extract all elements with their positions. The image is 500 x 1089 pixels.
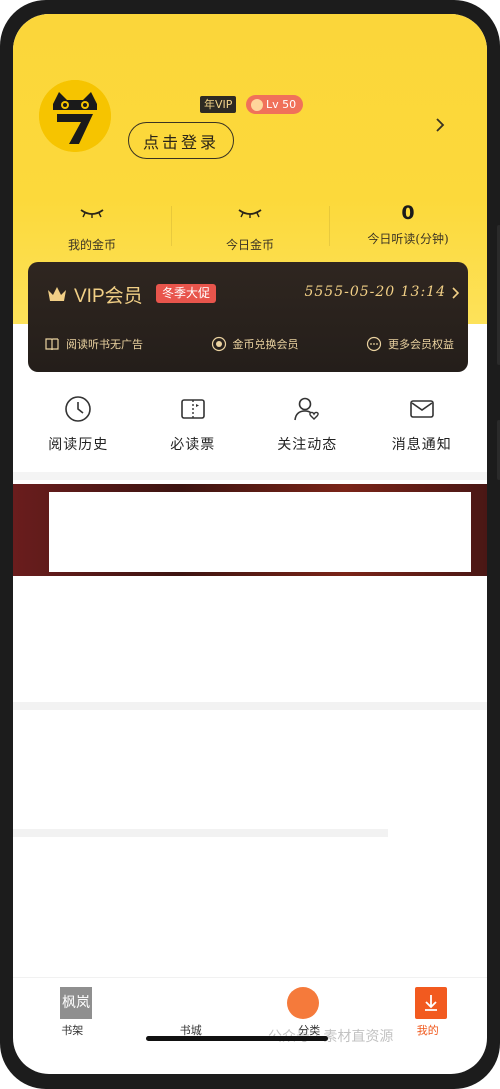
benefit-more[interactable]: 更多会员权益 — [366, 336, 454, 352]
home-indicator[interactable] — [146, 1036, 328, 1041]
stat-value — [13, 208, 171, 230]
stat-my-coins[interactable]: 我的金币 — [13, 202, 171, 252]
vip-benefits: 阅读听书无广告 金币兑换会员 更多会员权益 — [44, 336, 454, 352]
benefit-label: 金币兑换会员 — [232, 338, 299, 351]
phone-frame: 年VIP Lv 50 点击登录 我的金币 今日金币 0 今日听读(分钟) VIP… — [0, 0, 500, 1089]
book-icon — [45, 338, 59, 351]
stat-label: 我的金币 — [67, 238, 116, 252]
bookshelf-thumbnail: 枫岚 — [60, 987, 92, 1019]
hidden-value-icon — [238, 209, 262, 218]
stats-row: 我的金币 今日金币 0 今日听读(分钟) — [13, 202, 487, 252]
more-icon — [366, 336, 382, 352]
coin-icon — [211, 336, 226, 352]
action-follow-updates[interactable]: 关注动态 — [262, 394, 352, 454]
chevron-right-icon[interactable] — [431, 116, 449, 134]
heart-icon — [251, 98, 263, 111]
quick-actions: 阅读历史 必读票 关注动态 消息通知 — [13, 394, 487, 454]
stat-value: 0 — [401, 202, 415, 224]
download-icon — [424, 995, 437, 1011]
nav-label: 书架 — [61, 1024, 84, 1037]
benefit-no-ads[interactable]: 阅读听书无广告 — [44, 336, 143, 352]
ticket-icon — [180, 399, 205, 419]
profile-icon — [414, 987, 447, 1019]
action-label: 必读票 — [170, 437, 216, 453]
vip-card[interactable]: VIP会员 冬季大促 5555-05-20 13:14 阅读听书无广告 金币兑换… — [28, 262, 468, 372]
benefit-label: 阅读听书无广告 — [66, 338, 143, 351]
chevron-right-icon[interactable] — [450, 287, 460, 299]
avatar[interactable] — [39, 80, 111, 152]
cat-logo-icon — [39, 80, 111, 152]
action-label: 消息通知 — [391, 437, 452, 453]
action-label: 阅读历史 — [48, 437, 109, 453]
vip-title: VIP会员 — [46, 282, 143, 307]
banner-blank-panel — [49, 492, 471, 572]
clock-icon — [65, 396, 92, 422]
vip-title-text: VIP会员 — [74, 285, 143, 307]
follow-user-icon — [294, 397, 320, 421]
annual-vip-tag: 年VIP — [200, 96, 237, 113]
mail-icon — [409, 400, 434, 418]
nav-bookshelf[interactable]: 枫岚 书架 — [13, 978, 132, 1037]
section-divider — [13, 702, 487, 710]
level-text: Lv 50 — [266, 98, 297, 111]
bottom-nav: 枫岚 书架 书城 分类 我的 — [13, 977, 487, 1037]
action-notifications[interactable]: 消息通知 — [377, 394, 467, 454]
nav-bookstore[interactable]: 书城 — [132, 978, 251, 1037]
action-label: 关注动态 — [277, 437, 338, 453]
vip-expiry: 5555-05-20 13:14 — [304, 284, 446, 300]
level-badge: Lv 50 — [246, 95, 304, 114]
benefit-coin-exchange[interactable]: 金币兑换会员 — [211, 336, 299, 352]
section-divider — [13, 829, 388, 837]
category-icon — [287, 987, 319, 1019]
benefit-label: 更多会员权益 — [388, 338, 454, 351]
action-must-read-ticket[interactable]: 必读票 — [148, 394, 238, 454]
promo-banner[interactable] — [13, 484, 487, 576]
promo-badge: 冬季大促 — [156, 284, 217, 303]
crown-icon — [48, 287, 66, 301]
stat-value — [171, 208, 329, 230]
app-screen: 年VIP Lv 50 点击登录 我的金币 今日金币 0 今日听读(分钟) VIP… — [13, 14, 487, 1074]
stat-today-listen[interactable]: 0 今日听读(分钟) — [329, 202, 487, 252]
action-reading-history[interactable]: 阅读历史 — [33, 394, 123, 454]
stat-today-coins[interactable]: 今日金币 — [171, 202, 329, 252]
login-button[interactable]: 点击登录 — [128, 122, 234, 159]
stat-label: 今日听读(分钟) — [367, 232, 449, 246]
stat-label: 今日金币 — [225, 238, 274, 252]
hidden-value-icon — [80, 209, 104, 218]
section-divider — [13, 472, 487, 480]
